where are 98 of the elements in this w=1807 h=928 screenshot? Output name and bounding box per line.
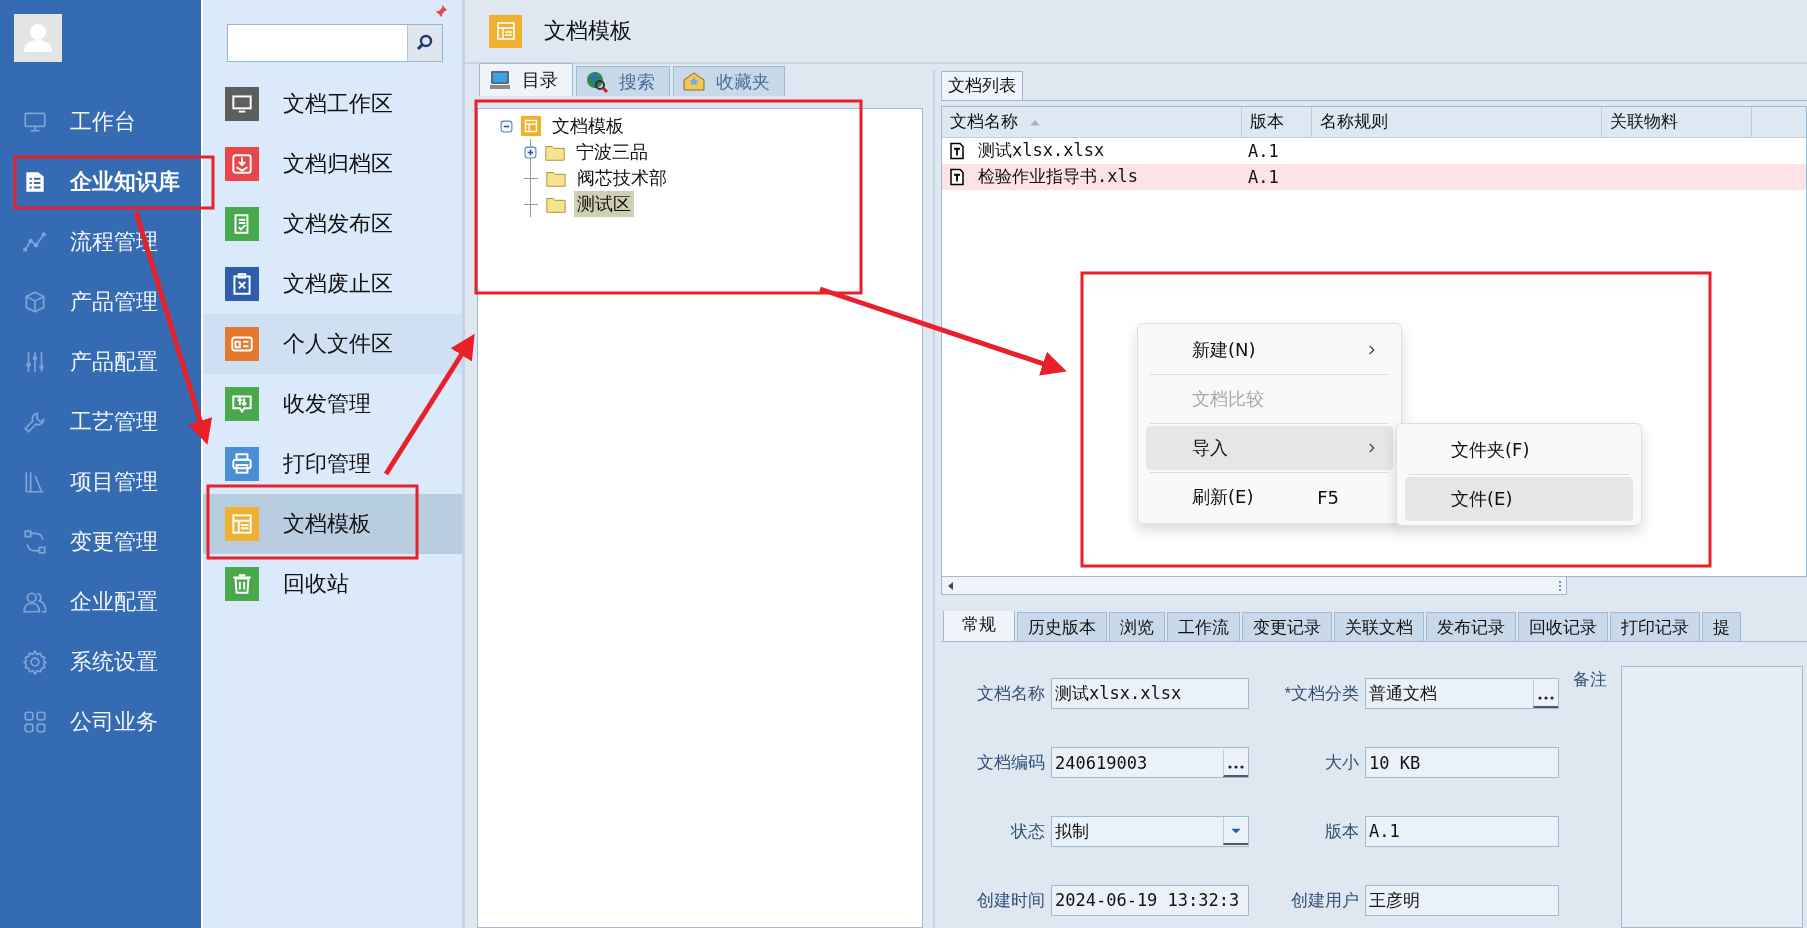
menu-item[interactable]: 文档发布区 <box>203 194 462 254</box>
scroll-left-arrow-icon[interactable] <box>946 580 956 591</box>
nav-item[interactable]: 工艺管理 <box>0 392 201 452</box>
template-icon <box>519 115 543 137</box>
tab[interactable]: 工作流 <box>1167 612 1240 641</box>
pin-icon[interactable] <box>434 4 448 18</box>
tab[interactable]: 变更记录 <box>1242 612 1332 641</box>
nav-item[interactable]: 工作台 <box>0 92 201 152</box>
menu-item[interactable]: 文件夹(F) <box>1405 428 1633 472</box>
dropdown-button[interactable] <box>1223 817 1248 846</box>
cube-icon <box>22 289 48 315</box>
ellipsis-icon <box>1228 764 1244 769</box>
nav-item[interactable]: 产品配置 <box>0 332 201 392</box>
grid-icon <box>22 709 48 735</box>
field-label: 创建用户 <box>1290 889 1359 912</box>
column-header[interactable]: 版本 <box>1242 106 1312 137</box>
tab[interactable]: 打印记录 <box>1610 612 1700 641</box>
input-field[interactable]: 2024-06-19 13:32:3 <box>1051 884 1249 916</box>
cycle-icon <box>22 529 48 555</box>
input-field[interactable]: A.1 <box>1365 815 1559 847</box>
tree-item[interactable]: 文档模板 <box>549 113 627 139</box>
line-chart-icon <box>22 229 48 255</box>
tree-item[interactable]: 测试区 <box>574 191 634 217</box>
field-label: 创建时间 <box>976 889 1045 912</box>
column-header[interactable]: 文档名称 <box>942 106 1242 137</box>
nav-item[interactable]: 系统设置 <box>0 632 201 692</box>
table-row[interactable]: 检验作业指导书.xls A.1 <box>942 163 1806 190</box>
settings-icon <box>22 649 48 675</box>
input-field[interactable]: 王彦明 <box>1365 884 1559 916</box>
nav-item[interactable]: 企业知识库 <box>0 152 201 212</box>
field-label: 版本 <box>1324 820 1359 843</box>
field-label: 文档名称 <box>976 683 1045 706</box>
menu-item[interactable]: 新建(N) <box>1146 328 1393 372</box>
dropdown-field[interactable]: 拟制 <box>1051 815 1249 847</box>
tab[interactable]: 常规 <box>943 611 1015 641</box>
tab[interactable]: 历史版本 <box>1017 612 1107 641</box>
field-label: *文档分类 <box>1283 683 1359 706</box>
template-icon <box>489 14 522 48</box>
table-cell-text: A.1 <box>1247 139 1280 163</box>
tab[interactable]: 收藏夹 <box>673 66 785 96</box>
field-label: 备注 <box>1573 669 1607 691</box>
expand-toggle[interactable] <box>524 145 537 159</box>
table-cell: 检验作业指导书.xls <box>978 165 1138 189</box>
column-header[interactable]: 关联物料 <box>1602 106 1752 137</box>
nav-item[interactable]: 公司业务 <box>0 692 201 752</box>
menu-item[interactable]: 文档模板 <box>203 494 462 554</box>
menu-item[interactable]: 刷新(E) F5 <box>1146 475 1393 519</box>
nav-item[interactable]: 企业配置 <box>0 572 201 632</box>
menu-item[interactable]: 文件(E) <box>1405 477 1633 521</box>
monitor-icon <box>22 109 48 135</box>
collapse-toggle[interactable] <box>500 119 513 133</box>
tab[interactable]: 回收记录 <box>1518 612 1608 641</box>
nav-item[interactable]: 项目管理 <box>0 452 201 512</box>
menu-item[interactable]: 文档工作区 <box>203 74 462 134</box>
tab[interactable]: 搜索 <box>576 66 670 96</box>
field-label: 文档编码 <box>976 752 1045 775</box>
search-button[interactable] <box>407 25 442 61</box>
field-label: 状态 <box>1010 820 1045 843</box>
computer-icon <box>488 68 512 92</box>
tree-item[interactable]: 宁波三品 <box>573 139 651 165</box>
menu-item[interactable]: 收发管理 <box>203 374 462 434</box>
globe-magnifier-icon <box>585 69 609 94</box>
table-cell-text: A.1 <box>1247 165 1280 189</box>
menu-item[interactable]: 个人文件区 <box>203 314 462 374</box>
input-field[interactable]: 240619003 <box>1051 747 1249 779</box>
tab[interactable]: 目录 <box>479 63 573 96</box>
menu-item[interactable]: 导入 <box>1146 426 1393 470</box>
search-field[interactable] <box>227 24 443 62</box>
input-field[interactable]: 10 KB <box>1365 747 1559 779</box>
tree-item[interactable]: 阀芯技术部 <box>574 165 670 191</box>
scroll-grip-icon <box>1558 579 1562 592</box>
menu-item[interactable]: 文档归档区 <box>203 134 462 194</box>
nav-item[interactable]: 产品管理 <box>0 272 201 332</box>
shortcut-label: F5 <box>1317 486 1339 508</box>
menu-item[interactable]: 回收站 <box>203 554 462 614</box>
tab[interactable]: 关联文档 <box>1334 612 1424 641</box>
menu-item[interactable]: 文档废止区 <box>203 254 462 314</box>
tab[interactable]: 发布记录 <box>1426 612 1516 641</box>
ellipsis-icon <box>1538 695 1554 700</box>
tab[interactable]: 浏览 <box>1109 612 1165 641</box>
table-row[interactable]: 测试xlsx.xlsx A.1 <box>942 137 1806 164</box>
field-label: 大小 <box>1324 752 1359 775</box>
tab[interactable]: 提 <box>1702 612 1741 641</box>
page-title: 文档模板 <box>544 17 632 45</box>
ellipsis-button[interactable] <box>1223 748 1248 777</box>
ellipsis-button[interactable] <box>1533 679 1558 708</box>
wrench-icon <box>22 409 48 435</box>
document-icon <box>948 140 966 161</box>
search-icon <box>415 33 435 53</box>
menu-item[interactable]: 打印管理 <box>203 434 462 494</box>
document-icon <box>948 166 966 187</box>
column-header[interactable]: 名称规则 <box>1312 106 1602 137</box>
remarks-field[interactable] <box>1621 666 1803 928</box>
input-field[interactable]: 测试xlsx.xlsx <box>1051 678 1249 710</box>
input-field[interactable]: 普通文档 <box>1365 678 1559 710</box>
tab[interactable]: 文档列表 <box>941 70 1023 100</box>
table-cell: 测试xlsx.xlsx <box>978 139 1105 163</box>
nav-item[interactable]: 变更管理 <box>0 512 201 572</box>
